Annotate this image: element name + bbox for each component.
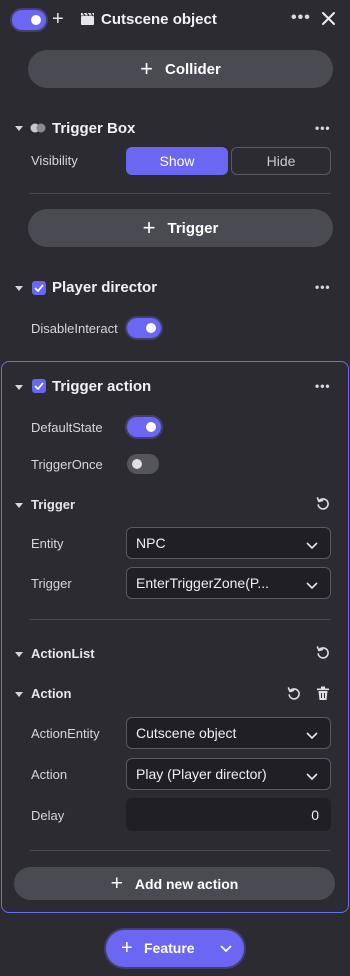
plus-icon: + [140, 56, 153, 81]
action-title: Action [31, 686, 72, 701]
entity-select[interactable]: NPC [126, 527, 331, 559]
plus-icon: + [121, 937, 133, 959]
action-label: Action [31, 767, 68, 782]
divider [30, 850, 330, 851]
add-icon[interactable]: + [52, 8, 64, 31]
action-entity-select-value: Cutscene object [136, 725, 237, 741]
collapse-trigger-action-icon[interactable] [15, 385, 23, 390]
visibility-hide-option[interactable]: Hide [231, 147, 331, 175]
chevron-down-icon [306, 768, 318, 784]
collapse-trigger-icon[interactable] [15, 503, 23, 508]
action-entity-label: ActionEntity [31, 726, 100, 741]
collapse-player-director-icon[interactable] [15, 286, 23, 291]
trigger-action-title: Trigger action [52, 378, 152, 395]
reset-action-list-icon[interactable] [316, 646, 330, 660]
delay-input[interactable]: 0 [126, 798, 331, 831]
add-feature-label: Feature [144, 940, 195, 956]
player-director-title: Player director [52, 279, 158, 296]
add-trigger-button[interactable]: + Trigger [28, 209, 333, 247]
disable-interact-label: DisableInteract [31, 321, 118, 336]
collapse-trigger-box-icon[interactable] [15, 126, 23, 131]
default-state-label: DefaultState [31, 420, 103, 435]
player-director-checkbox[interactable] [32, 281, 46, 295]
trigger-action-more-icon[interactable]: ••• [315, 379, 331, 393]
trigger-action-checkbox[interactable] [32, 379, 46, 393]
clapperboard-icon [80, 12, 95, 26]
trigger-box-icon [30, 122, 46, 134]
trigger-once-toggle[interactable] [127, 454, 159, 474]
visibility-segmented-control: Show Hide [126, 147, 331, 175]
action-select-value: Play (Player director) [136, 766, 267, 782]
add-new-action-label: Add new action [134, 875, 239, 892]
reset-action-icon[interactable] [287, 687, 301, 701]
trigger-once-label: TriggerOnce [31, 457, 103, 472]
header: + Cutscene object ••• [0, 0, 350, 40]
trigger-box-more-icon[interactable]: ••• [315, 121, 331, 135]
delay-label: Delay [31, 808, 65, 823]
chevron-down-icon [306, 727, 318, 743]
collapse-action-list-icon[interactable] [15, 652, 23, 657]
visibility-show-option[interactable]: Show [126, 147, 228, 175]
action-list-title: ActionList [31, 646, 95, 661]
entity-label: Entity [31, 536, 64, 551]
inspector-panel: + Cutscene object ••• + Collider Trigger… [0, 0, 350, 976]
chevron-down-icon [306, 537, 318, 553]
action-select[interactable]: Play (Player director) [126, 758, 331, 790]
action-entity-select[interactable]: Cutscene object [126, 717, 331, 749]
trigger-label: Trigger [31, 576, 72, 591]
divider [30, 193, 330, 194]
entity-select-value: NPC [136, 535, 166, 551]
player-director-more-icon[interactable]: ••• [315, 280, 331, 294]
chevron-down-icon [306, 577, 318, 593]
trigger-section-title: Trigger [31, 497, 76, 512]
trash-icon[interactable] [316, 686, 330, 701]
trigger-select-value: EnterTriggerZone(P... [136, 575, 270, 591]
disable-interact-toggle[interactable] [127, 318, 161, 338]
object-enabled-toggle[interactable] [12, 10, 46, 30]
chevron-down-icon[interactable] [220, 945, 232, 953]
trigger-select[interactable]: EnterTriggerZone(P... [126, 567, 331, 599]
object-title: Cutscene object [101, 11, 217, 28]
delay-value: 0 [311, 806, 319, 823]
plus-icon: + [110, 872, 123, 895]
add-feature-button[interactable]: + Feature [106, 930, 244, 967]
more-options-icon[interactable]: ••• [291, 9, 311, 27]
trigger-box-title: Trigger Box [52, 120, 136, 137]
default-state-toggle[interactable] [127, 417, 161, 437]
close-icon[interactable] [321, 11, 336, 26]
collapse-action-icon[interactable] [15, 692, 23, 697]
plus-icon: + [142, 215, 156, 240]
reset-trigger-icon[interactable] [316, 497, 330, 511]
add-collider-label: Collider [165, 60, 221, 78]
add-new-action-button[interactable]: + Add new action [14, 867, 335, 900]
add-collider-button[interactable]: + Collider [28, 50, 333, 88]
visibility-label: Visibility [31, 153, 78, 168]
divider [30, 619, 330, 620]
add-trigger-label: Trigger [167, 219, 219, 237]
